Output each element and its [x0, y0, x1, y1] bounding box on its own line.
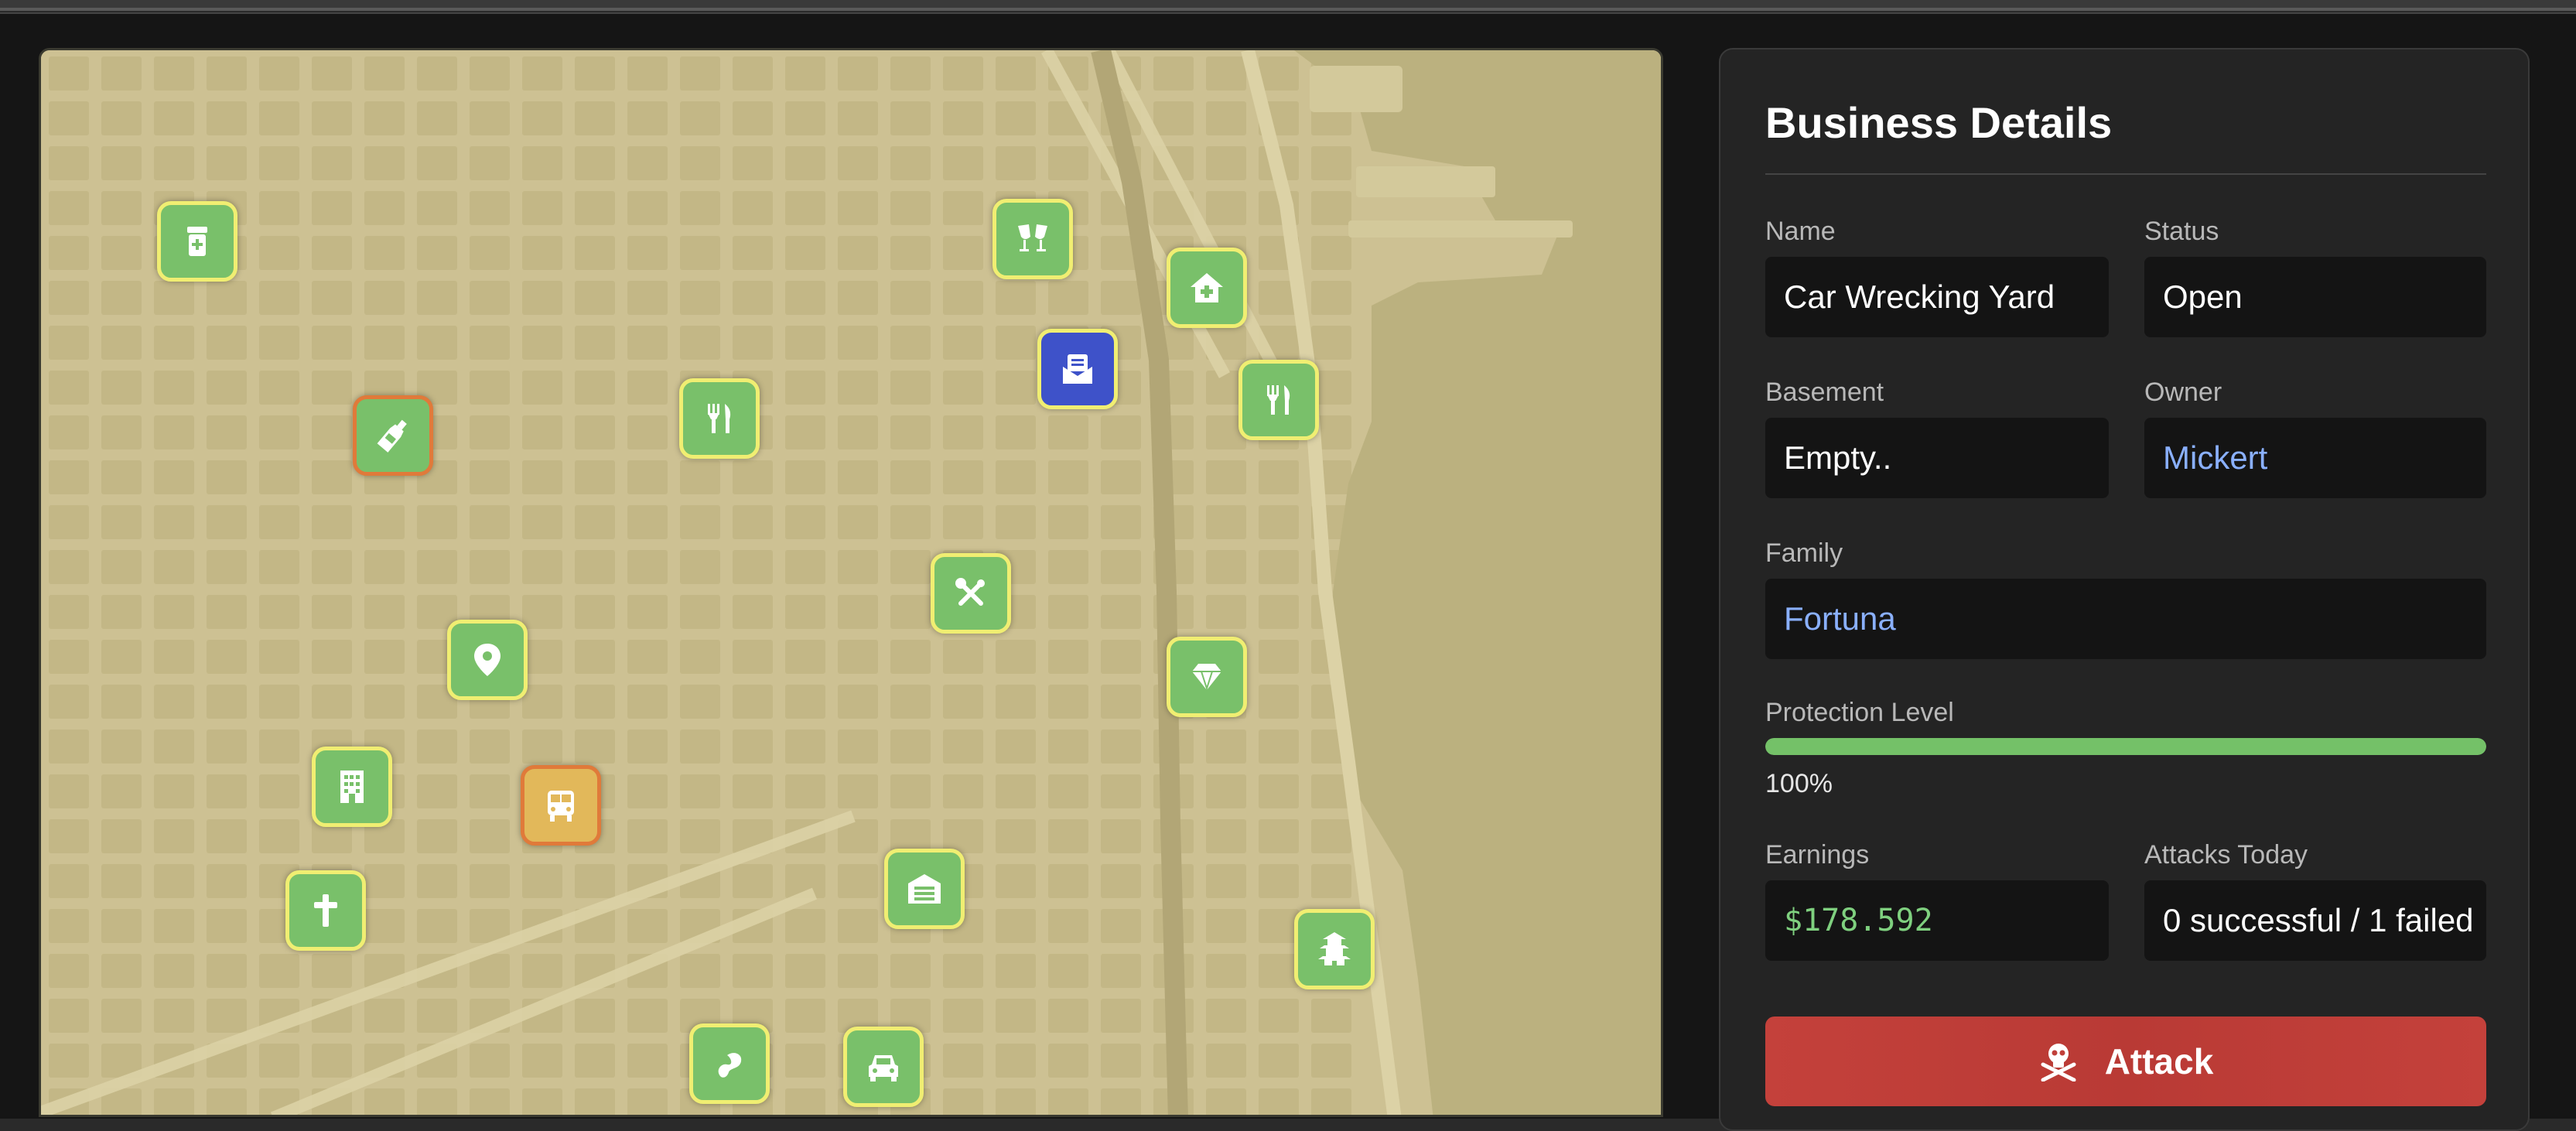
location-pin-icon — [474, 644, 501, 676]
earnings-label: Earnings — [1765, 840, 1870, 870]
attack-button-label: Attack — [2104, 1041, 2214, 1081]
bus-station-marker[interactable] — [521, 765, 601, 846]
church-marker[interactable] — [285, 870, 366, 951]
chinatown-marker[interactable] — [1294, 909, 1375, 989]
restaurant-marker-1[interactable] — [679, 378, 760, 459]
panel-title: Business Details — [1765, 98, 2113, 147]
earnings-field: $178.592 — [1765, 880, 2109, 961]
mailbox-icon — [1063, 354, 1092, 384]
family-link[interactable]: Fortuna — [1765, 579, 2486, 659]
map-base — [41, 50, 1661, 1115]
attacks-today-label: Attacks Today — [2144, 840, 2308, 870]
restaurant-icon — [708, 404, 731, 433]
top-border-line — [0, 8, 2576, 11]
title-divider — [1765, 173, 2486, 175]
hospital-icon — [1191, 273, 1223, 302]
warehouse-marker[interactable] — [884, 849, 965, 929]
owner-link[interactable]: Mickert — [2144, 418, 2486, 498]
protection-label: Protection Level — [1765, 698, 1954, 727]
window-top-strip — [0, 0, 2576, 11]
building-icon — [340, 771, 364, 803]
post-office-marker[interactable] — [1037, 329, 1118, 409]
pagoda-icon — [1318, 932, 1351, 965]
tools-icon — [955, 578, 985, 606]
pharmacy-marker[interactable] — [157, 201, 237, 282]
racetrack-marker[interactable] — [689, 1023, 770, 1104]
family-label: Family — [1765, 538, 1843, 568]
car-icon — [869, 1055, 898, 1081]
status-field: Open — [2144, 257, 2486, 337]
restaurant-marker-2[interactable] — [1238, 360, 1319, 440]
restaurant-icon — [1267, 385, 1290, 415]
name-label: Name — [1765, 217, 1836, 246]
attack-button[interactable]: Attack — [1765, 1017, 2486, 1106]
skull-crossbones-icon — [2041, 1044, 2076, 1081]
cheers-icon — [1018, 224, 1047, 251]
workshop-marker[interactable] — [931, 553, 1011, 634]
bar-marker[interactable] — [992, 199, 1073, 279]
horse-track-icon — [718, 1053, 742, 1078]
pharmacy-icon — [187, 227, 207, 256]
car-dealer-marker[interactable] — [843, 1027, 924, 1107]
bottle-icon — [377, 419, 407, 453]
name-field: Car Wrecking Yard — [1765, 257, 2109, 337]
basement-field: Empty.. — [1765, 418, 2109, 498]
liquor-store-marker[interactable] — [353, 395, 433, 476]
business-details-panel: Business Details Name Car Wrecking Yard … — [1719, 48, 2530, 1131]
owner-label: Owner — [2144, 378, 2222, 407]
protection-bar-fill — [1765, 738, 2486, 755]
location-marker[interactable] — [447, 620, 528, 700]
jewelry-store-marker[interactable] — [1167, 637, 1247, 717]
warehouse-icon — [908, 874, 941, 904]
city-map[interactable] — [39, 48, 1663, 1117]
church-cross-icon — [314, 894, 337, 927]
protection-percent: 100% — [1765, 769, 1833, 798]
hospital-marker[interactable] — [1167, 248, 1247, 328]
status-label: Status — [2144, 217, 2219, 246]
diamond-icon — [1192, 664, 1221, 692]
attacks-today-field: 0 successful / 1 failed — [2144, 880, 2486, 961]
bus-icon — [548, 791, 574, 822]
office-building-marker[interactable] — [312, 747, 392, 827]
basement-label: Basement — [1765, 378, 1884, 407]
protection-bar — [1765, 738, 2486, 755]
